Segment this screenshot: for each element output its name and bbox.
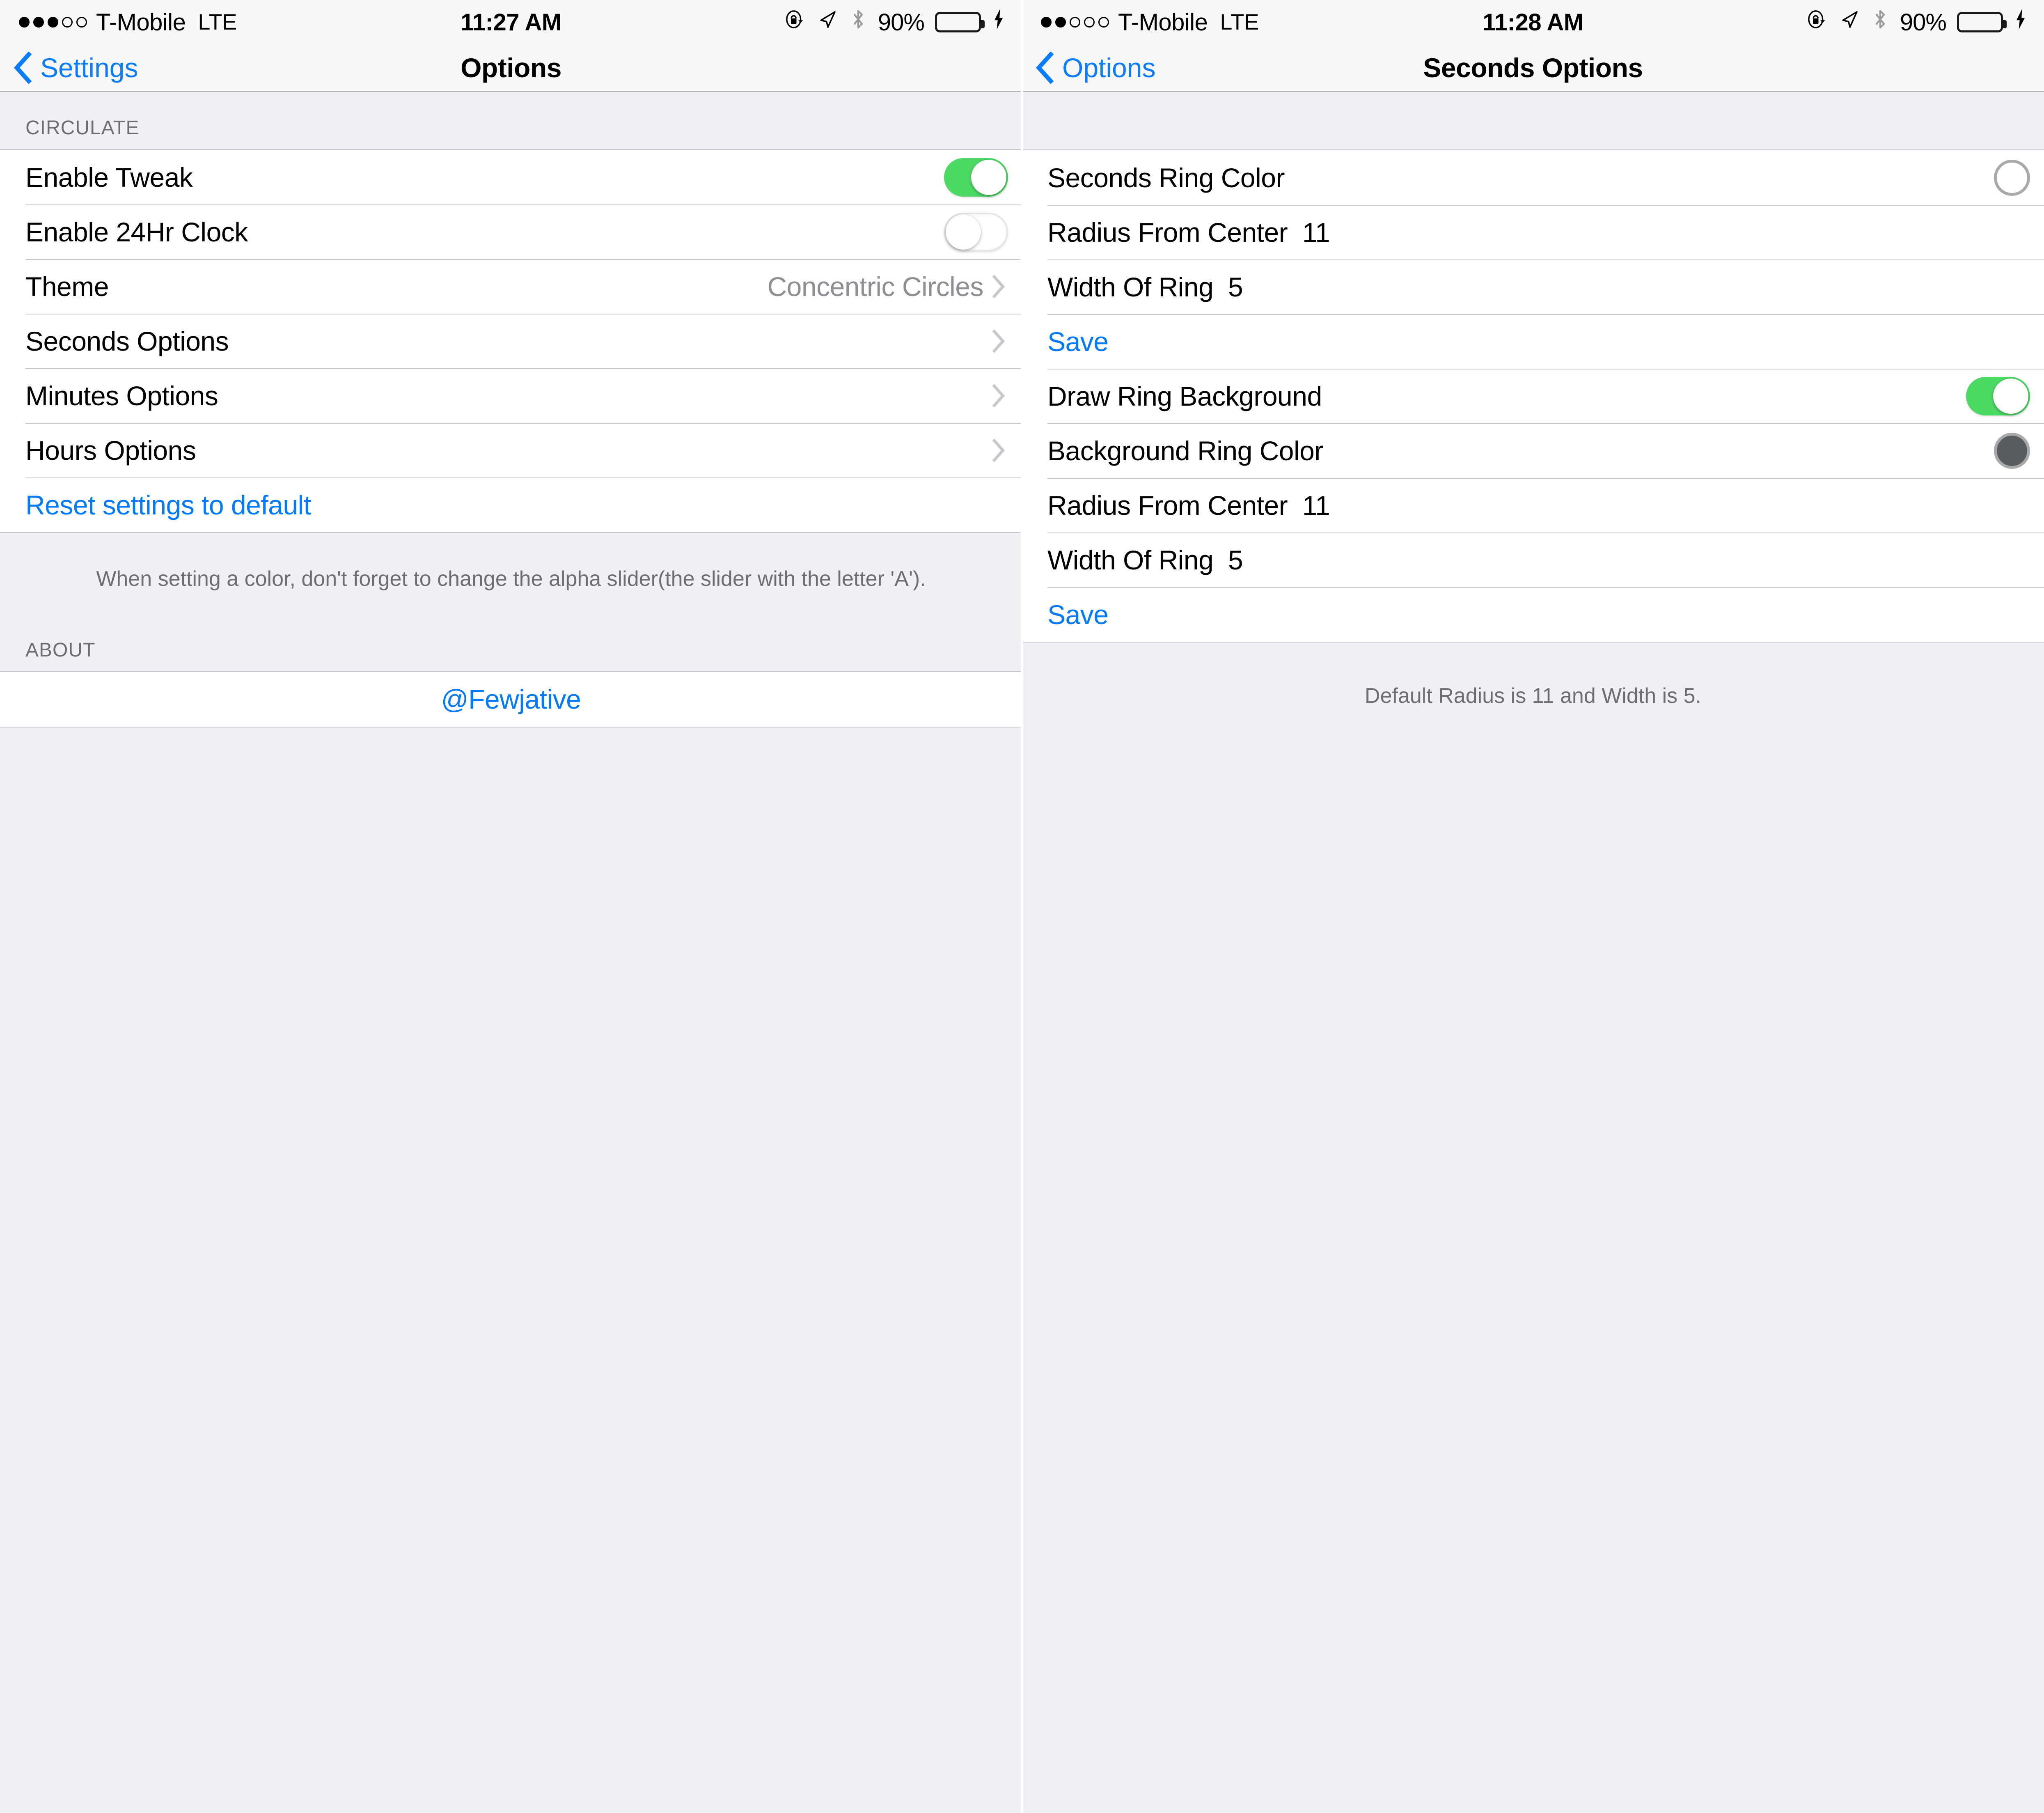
seconds-ring-color-swatch[interactable] xyxy=(1994,159,2030,196)
page-title: Seconds Options xyxy=(1423,53,1643,83)
row-minutes-options[interactable]: Minutes Options xyxy=(0,368,1022,423)
row-width-of-ring-1[interactable]: Width Of Ring 5 xyxy=(1022,259,2044,314)
rotation-lock-icon xyxy=(1806,8,1828,36)
developer-handle-link[interactable]: @Fewjative xyxy=(441,684,581,715)
chevron-right-icon xyxy=(992,438,1006,462)
status-bar-indicators: 90% xyxy=(1806,0,2028,44)
lightning-bolt-icon xyxy=(992,8,1006,36)
toggle-knob xyxy=(946,214,981,250)
row-radius-from-center-1[interactable]: Radius From Center 11 xyxy=(1022,205,2044,259)
toggle-knob xyxy=(971,159,1006,195)
row-label: Background Ring Color xyxy=(1047,435,1323,466)
toggle-switch-on[interactable] xyxy=(944,158,1008,197)
toggle-switch-on[interactable] xyxy=(1966,376,2030,415)
background-ring-color-swatch[interactable] xyxy=(1994,432,2030,469)
draw-ring-background-toggle[interactable] xyxy=(1966,376,2030,415)
chevron-right-icon xyxy=(992,274,1006,298)
row-label: Seconds Options xyxy=(25,326,229,356)
theme-value: Concentric Circles xyxy=(767,271,984,302)
left-screen-options: T-Mobile LTE 11:27 AM 90% Settings Optio… xyxy=(0,0,1022,1813)
battery-percent-label: 90% xyxy=(878,9,925,36)
default-values-footer-note: Default Radius is 11 and Width is 5. xyxy=(1022,643,2044,745)
row-reset-settings[interactable]: Reset settings to default xyxy=(0,477,1022,532)
top-spacer xyxy=(1022,92,2044,149)
alpha-slider-footer-note: When setting a color, don't forget to ch… xyxy=(0,533,1022,628)
row-label: Hours Options xyxy=(25,435,196,466)
status-bar-indicators: 90% xyxy=(784,0,1006,44)
empty-space-bottom xyxy=(0,727,1022,1813)
battery-percent-label: 90% xyxy=(1900,9,1947,36)
row-label: Enable 24Hr Clock xyxy=(25,216,248,247)
screenshot-divider xyxy=(1021,0,1023,1813)
row-background-ring-color[interactable]: Background Ring Color xyxy=(1022,423,2044,478)
row-label: Radius From Center 11 xyxy=(1047,217,1330,248)
row-hours-options[interactable]: Hours Options xyxy=(0,423,1022,477)
row-label: Theme xyxy=(25,271,109,302)
settings-scroll-view[interactable]: Seconds Ring Color Radius From Center 11… xyxy=(1022,92,2044,1813)
section-header-about: ABOUT xyxy=(0,628,1022,671)
section-header-circulate: CIRCULATE xyxy=(0,92,1022,149)
row-label: Width Of Ring 5 xyxy=(1047,271,1243,302)
location-arrow-icon xyxy=(1838,8,1861,36)
row-seconds-options[interactable]: Seconds Options xyxy=(0,314,1022,368)
color-swatch-white[interactable] xyxy=(1994,159,2030,196)
enable-24hr-clock-toggle[interactable] xyxy=(944,212,1008,251)
row-label: Seconds Ring Color xyxy=(1047,162,1285,193)
save-button-label: Save xyxy=(1047,599,1109,630)
enable-tweak-toggle[interactable] xyxy=(944,158,1008,197)
color-swatch-dark-gray[interactable] xyxy=(1994,432,2030,469)
battery-icon xyxy=(935,12,985,32)
status-bar: T-Mobile LTE 11:27 AM 90% xyxy=(0,0,1022,44)
row-width-of-ring-2[interactable]: Width Of Ring 5 xyxy=(1022,532,2044,587)
row-theme[interactable]: Theme Concentric Circles xyxy=(0,259,1022,314)
reset-settings-button-label: Reset settings to default xyxy=(25,489,311,520)
seconds-options-group: Seconds Ring Color Radius From Center 11… xyxy=(1022,149,2044,643)
battery-icon xyxy=(1957,12,2007,32)
circulate-settings-group: Enable Tweak Enable 24Hr Clock Theme Con… xyxy=(0,149,1022,533)
page-title: Options xyxy=(461,53,561,83)
chevron-right-icon xyxy=(992,383,1006,408)
navigation-bar: Settings Options xyxy=(0,44,1022,92)
status-bar: T-Mobile LTE 11:28 AM 90% xyxy=(1022,0,2044,44)
row-save-1[interactable]: Save xyxy=(1022,314,2044,369)
empty-space-bottom xyxy=(1022,745,2044,1813)
settings-scroll-view[interactable]: CIRCULATE Enable Tweak Enable 24Hr Clock… xyxy=(0,92,1022,1813)
rotation-lock-icon xyxy=(784,8,806,36)
bluetooth-icon xyxy=(849,8,867,36)
right-screen-seconds-options: T-Mobile LTE 11:28 AM 90% Options Second… xyxy=(1022,0,2044,1813)
row-enable-tweak[interactable]: Enable Tweak xyxy=(0,150,1022,204)
row-enable-24hr-clock[interactable]: Enable 24Hr Clock xyxy=(0,204,1022,259)
row-save-2[interactable]: Save xyxy=(1022,587,2044,642)
row-label: Minutes Options xyxy=(25,380,218,411)
navigation-bar: Options Seconds Options xyxy=(1022,44,2044,92)
toggle-knob xyxy=(1993,378,2028,414)
row-seconds-ring-color[interactable]: Seconds Ring Color xyxy=(1022,150,2044,205)
location-arrow-icon xyxy=(816,8,839,36)
row-label: Width Of Ring 5 xyxy=(1047,544,1243,575)
dual-screenshot-container: T-Mobile LTE 11:27 AM 90% Settings Optio… xyxy=(0,0,2044,1813)
bluetooth-icon xyxy=(1871,8,1889,36)
save-button-label: Save xyxy=(1047,326,1109,357)
row-label: Draw Ring Background xyxy=(1047,381,1322,411)
toggle-switch-off[interactable] xyxy=(944,212,1008,251)
lightning-bolt-icon xyxy=(2014,8,2028,36)
row-draw-ring-background[interactable]: Draw Ring Background xyxy=(1022,369,2044,423)
row-label: Enable Tweak xyxy=(25,162,193,193)
chevron-right-icon xyxy=(992,329,1006,353)
row-radius-from-center-2[interactable]: Radius From Center 11 xyxy=(1022,478,2044,532)
row-about-link[interactable]: @Fewjative xyxy=(0,672,1022,727)
about-group: @Fewjative xyxy=(0,671,1022,727)
row-label: Radius From Center 11 xyxy=(1047,490,1330,521)
